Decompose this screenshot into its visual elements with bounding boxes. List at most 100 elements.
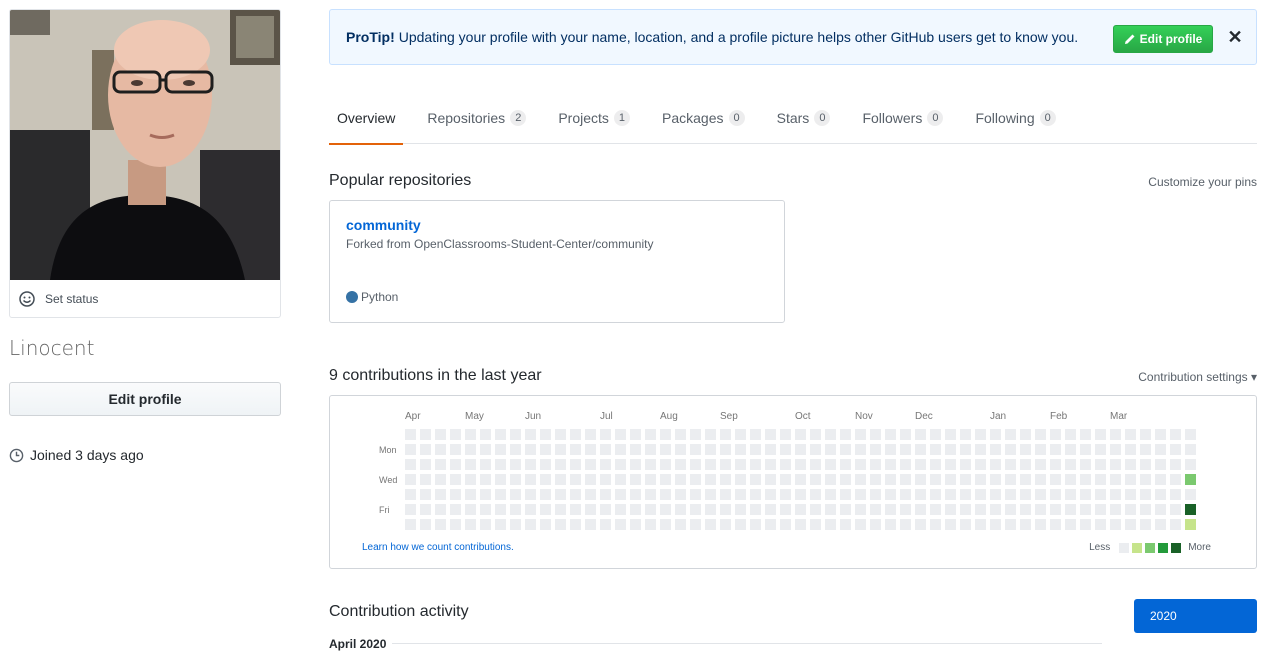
contribution-day[interactable] xyxy=(1110,459,1121,470)
contribution-day[interactable] xyxy=(840,429,851,440)
contribution-day[interactable] xyxy=(525,489,536,500)
contribution-day[interactable] xyxy=(1020,474,1031,485)
contribution-day[interactable] xyxy=(960,459,971,470)
contribution-day[interactable] xyxy=(540,474,551,485)
contribution-day[interactable] xyxy=(570,459,581,470)
contribution-day[interactable] xyxy=(705,429,716,440)
tab-overview[interactable]: Overview xyxy=(329,92,404,145)
contribution-day[interactable] xyxy=(720,429,731,440)
contribution-day[interactable] xyxy=(930,429,941,440)
contribution-day[interactable] xyxy=(1005,519,1016,530)
contribution-day[interactable] xyxy=(1155,459,1166,470)
contribution-day[interactable] xyxy=(930,519,941,530)
contribution-day[interactable] xyxy=(960,519,971,530)
contribution-day[interactable] xyxy=(1125,489,1136,500)
contribution-day[interactable] xyxy=(615,474,626,485)
contribution-day[interactable] xyxy=(1170,459,1181,470)
contribution-day[interactable] xyxy=(765,504,776,515)
contribution-day[interactable] xyxy=(600,489,611,500)
contribution-day[interactable] xyxy=(810,429,821,440)
contribution-day[interactable] xyxy=(420,459,431,470)
contribution-day[interactable] xyxy=(450,429,461,440)
contribution-day[interactable] xyxy=(585,474,596,485)
contribution-day[interactable] xyxy=(1095,519,1106,530)
contribution-day[interactable] xyxy=(780,429,791,440)
contribution-day[interactable] xyxy=(540,489,551,500)
contribution-day[interactable] xyxy=(1005,489,1016,500)
contribution-day[interactable] xyxy=(900,429,911,440)
contribution-day[interactable] xyxy=(630,519,641,530)
contribution-day[interactable] xyxy=(1080,519,1091,530)
contribution-day[interactable] xyxy=(1185,474,1196,485)
contribution-day[interactable] xyxy=(525,504,536,515)
contribution-day[interactable] xyxy=(1095,459,1106,470)
contribution-day[interactable] xyxy=(435,444,446,455)
contribution-day[interactable] xyxy=(855,519,866,530)
contribution-day[interactable] xyxy=(495,444,506,455)
contribution-day[interactable] xyxy=(540,444,551,455)
contribution-day[interactable] xyxy=(1185,444,1196,455)
contribution-day[interactable] xyxy=(1065,489,1076,500)
contribution-day[interactable] xyxy=(900,459,911,470)
contribution-day[interactable] xyxy=(1125,474,1136,485)
contribution-day[interactable] xyxy=(660,504,671,515)
contribution-day[interactable] xyxy=(1140,429,1151,440)
contribution-day[interactable] xyxy=(1110,474,1121,485)
contribution-day[interactable] xyxy=(675,519,686,530)
contribution-day[interactable] xyxy=(540,504,551,515)
contribution-day[interactable] xyxy=(1125,444,1136,455)
contribution-day[interactable] xyxy=(1140,519,1151,530)
contribution-day[interactable] xyxy=(465,489,476,500)
contribution-day[interactable] xyxy=(510,519,521,530)
contribution-day[interactable] xyxy=(495,429,506,440)
contribution-day[interactable] xyxy=(870,459,881,470)
contribution-day[interactable] xyxy=(570,489,581,500)
contribution-day[interactable] xyxy=(975,429,986,440)
contribution-day[interactable] xyxy=(465,429,476,440)
contribution-day[interactable] xyxy=(750,489,761,500)
contribution-day[interactable] xyxy=(990,474,1001,485)
contribution-day[interactable] xyxy=(510,444,521,455)
contribution-day[interactable] xyxy=(435,474,446,485)
contribution-day[interactable] xyxy=(750,444,761,455)
contribution-day[interactable] xyxy=(915,429,926,440)
contribution-day[interactable] xyxy=(840,444,851,455)
contribution-day[interactable] xyxy=(1185,489,1196,500)
contribution-day[interactable] xyxy=(495,459,506,470)
contribution-day[interactable] xyxy=(990,444,1001,455)
contribution-day[interactable] xyxy=(420,489,431,500)
contribution-day[interactable] xyxy=(600,429,611,440)
contribution-day[interactable] xyxy=(900,489,911,500)
contribution-day[interactable] xyxy=(1080,429,1091,440)
contribution-day[interactable] xyxy=(615,489,626,500)
contribution-day[interactable] xyxy=(1065,444,1076,455)
contribution-day[interactable] xyxy=(705,459,716,470)
contribution-day[interactable] xyxy=(1125,519,1136,530)
customize-pins-link[interactable]: Customize your pins xyxy=(1148,175,1257,189)
tab-projects[interactable]: Projects 1 xyxy=(550,92,638,144)
contribution-day[interactable] xyxy=(1170,474,1181,485)
contribution-day[interactable] xyxy=(825,444,836,455)
contribution-day[interactable] xyxy=(660,444,671,455)
contribution-day[interactable] xyxy=(885,429,896,440)
contribution-day[interactable] xyxy=(960,504,971,515)
contribution-day[interactable] xyxy=(810,444,821,455)
contribution-day[interactable] xyxy=(1005,504,1016,515)
contribution-day[interactable] xyxy=(810,459,821,470)
contribution-day[interactable] xyxy=(450,489,461,500)
contribution-day[interactable] xyxy=(855,504,866,515)
contribution-day[interactable] xyxy=(1035,489,1046,500)
contribution-day[interactable] xyxy=(1155,519,1166,530)
contribution-day[interactable] xyxy=(525,444,536,455)
contribution-day[interactable] xyxy=(780,444,791,455)
contribution-day[interactable] xyxy=(405,444,416,455)
contribution-day[interactable] xyxy=(720,474,731,485)
contribution-day[interactable] xyxy=(780,489,791,500)
contribution-day[interactable] xyxy=(405,429,416,440)
contribution-day[interactable] xyxy=(690,459,701,470)
contribution-day[interactable] xyxy=(1005,474,1016,485)
contribution-day[interactable] xyxy=(555,489,566,500)
contribution-day[interactable] xyxy=(585,429,596,440)
contribution-day[interactable] xyxy=(525,519,536,530)
contribution-day[interactable] xyxy=(1035,459,1046,470)
